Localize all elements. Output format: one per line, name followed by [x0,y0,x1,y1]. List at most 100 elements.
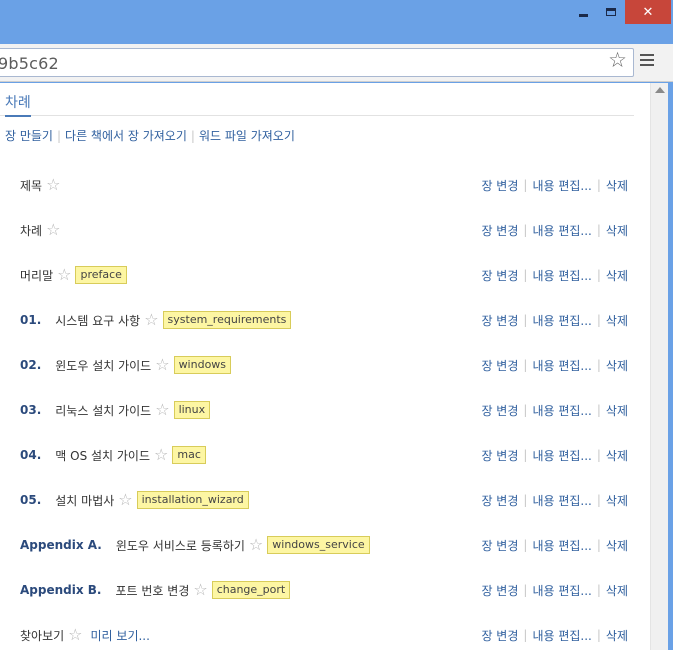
change-chapter-link[interactable]: 장 변경 [481,582,518,599]
delete-link[interactable]: 삭제 [606,312,628,329]
change-chapter-link[interactable]: 장 변경 [481,447,518,464]
close-icon: ✕ [642,4,654,20]
chapter-tag: system_requirements [162,311,292,329]
chapter-number: 03. [20,403,42,417]
edit-content-link[interactable]: 내용 편집... [532,447,591,464]
delete-link[interactable]: 삭제 [606,627,628,644]
chapter-tag: mac [172,446,206,464]
new-chapter-link[interactable]: 장 만들기 [5,129,53,143]
page-content: 차례 장 만들기 | 다른 책에서 장 가져오기 | 워드 파일 가져오기 제목 ☆ 장 변… [0,83,650,650]
separator: | [596,358,601,372]
chapter-info: 머리말 ☆ preface [20,265,127,285]
chapter-info: 01. 시스템 요구 사항 ☆ system_requirements [20,310,292,330]
separator: | [523,223,528,237]
hamburger-line [640,59,654,61]
edit-content-link[interactable]: 내용 편집... [532,177,591,194]
star-icon[interactable]: ☆ [144,312,158,328]
maximize-button[interactable] [598,0,624,24]
change-chapter-link[interactable]: 장 변경 [481,177,518,194]
delete-link[interactable]: 삭제 [606,582,628,599]
delete-link[interactable]: 삭제 [606,222,628,239]
minimize-button[interactable] [570,0,596,24]
edit-content-link[interactable]: 내용 편집... [532,312,591,329]
delete-link[interactable]: 삭제 [606,402,628,419]
chapter-title: 맥 OS 설치 가이드 [55,448,151,463]
change-chapter-link[interactable]: 장 변경 [481,222,518,239]
chapter-tag: change_port [211,581,291,599]
chapter-row: 02. 윈도우 설치 가이드 ☆ windows 장 변경 | 내용 편집... | 삭제 [0,355,634,375]
star-icon[interactable]: ☆ [154,447,168,463]
address-bar[interactable]: 9b5c62 ☆ [0,48,634,77]
delete-link[interactable]: 삭제 [606,267,628,284]
change-chapter-link[interactable]: 장 변경 [481,627,518,644]
minimize-icon [578,13,588,17]
change-chapter-link[interactable]: 장 변경 [481,267,518,284]
chapter-number: Appendix A. [20,538,102,552]
separator: | [523,403,528,417]
delete-link[interactable]: 삭제 [606,357,628,374]
edit-content-link[interactable]: 내용 편집... [532,357,591,374]
chapter-number: Appendix B. [20,583,102,597]
change-chapter-link[interactable]: 장 변경 [481,357,518,374]
chapter-info: 03. 리눅스 설치 가이드 ☆ linux [20,400,211,420]
scroll-up-icon[interactable] [655,87,665,93]
delete-link[interactable]: 삭제 [606,537,628,554]
import-word-link[interactable]: 워드 파일 가져오기 [199,129,295,143]
chapter-info: 제목 ☆ [20,175,60,195]
delete-link[interactable]: 삭제 [606,177,628,194]
import-from-book-link[interactable]: 다른 책에서 장 가져오기 [65,129,187,143]
star-icon[interactable]: ☆ [155,357,169,373]
address-url[interactable]: 9b5c62 [0,54,59,73]
star-icon[interactable]: ☆ [155,402,169,418]
chapter-info: 차례 ☆ [20,220,60,240]
preview-link[interactable]: 미리 보기... [91,627,150,644]
separator: | [523,313,528,327]
change-chapter-link[interactable]: 장 변경 [481,537,518,554]
delete-link[interactable]: 삭제 [606,447,628,464]
chapter-actions: 장 변경 | 내용 편집... | 삭제 [481,220,628,240]
chapter-title: 머리말 [20,268,54,283]
tab-toc[interactable]: 차례 [5,92,31,117]
edit-content-link[interactable]: 내용 편집... [532,402,591,419]
chapter-actions: 장 변경 | 내용 편집... | 삭제 [481,580,628,600]
star-icon[interactable]: ☆ [249,537,263,553]
edit-content-link[interactable]: 내용 편집... [532,627,591,644]
chapter-info: Appendix B. 포트 번호 변경 ☆ change_port [20,580,291,600]
chapter-actions: 장 변경 | 내용 편집... | 삭제 [481,310,628,330]
edit-content-link[interactable]: 내용 편집... [532,492,591,509]
separator: | [596,223,601,237]
vertical-scrollbar[interactable] [650,83,668,650]
change-chapter-link[interactable]: 장 변경 [481,312,518,329]
chapter-actions: 장 변경 | 내용 편집... | 삭제 [481,625,628,645]
menu-button[interactable] [640,54,654,69]
edit-content-link[interactable]: 내용 편집... [532,537,591,554]
chapter-info: 02. 윈도우 설치 가이드 ☆ windows [20,355,232,375]
change-chapter-link[interactable]: 장 변경 [481,492,518,509]
window-titlebar: ✕ [0,0,673,44]
star-icon[interactable]: ☆ [57,267,71,283]
chapter-info: 05. 설치 마법사 ☆ installation_wizard [20,490,249,510]
edit-content-link[interactable]: 내용 편집... [532,582,591,599]
star-icon[interactable]: ☆ [193,582,207,598]
window-frame [668,83,673,650]
separator: | [596,448,601,462]
star-icon[interactable]: ☆ [46,177,60,193]
chapter-actions: 장 변경 | 내용 편집... | 삭제 [481,175,628,195]
delete-link[interactable]: 삭제 [606,492,628,509]
bookmark-star-icon[interactable]: ☆ [608,50,627,71]
close-button[interactable]: ✕ [625,0,671,24]
chapter-actions: 장 변경 | 내용 편집... | 삭제 [481,445,628,465]
star-icon[interactable]: ☆ [68,627,82,643]
chapter-number: 02. [20,358,42,372]
star-icon[interactable]: ☆ [118,492,132,508]
change-chapter-link[interactable]: 장 변경 [481,402,518,419]
chapter-info: 찾아보기 ☆ 미리 보기... [20,625,150,645]
chapter-actions: 장 변경 | 내용 편집... | 삭제 [481,535,628,555]
chapter-title: 포트 번호 변경 [115,583,190,598]
star-icon[interactable]: ☆ [46,222,60,238]
chapter-title: 윈도우 서비스로 등록하기 [115,538,245,553]
chapter-row: 03. 리눅스 설치 가이드 ☆ linux 장 변경 | 내용 편집... | 삭제 [0,400,634,420]
edit-content-link[interactable]: 내용 편집... [532,222,591,239]
chapter-actions: 장 변경 | 내용 편집... | 삭제 [481,265,628,285]
edit-content-link[interactable]: 내용 편집... [532,267,591,284]
